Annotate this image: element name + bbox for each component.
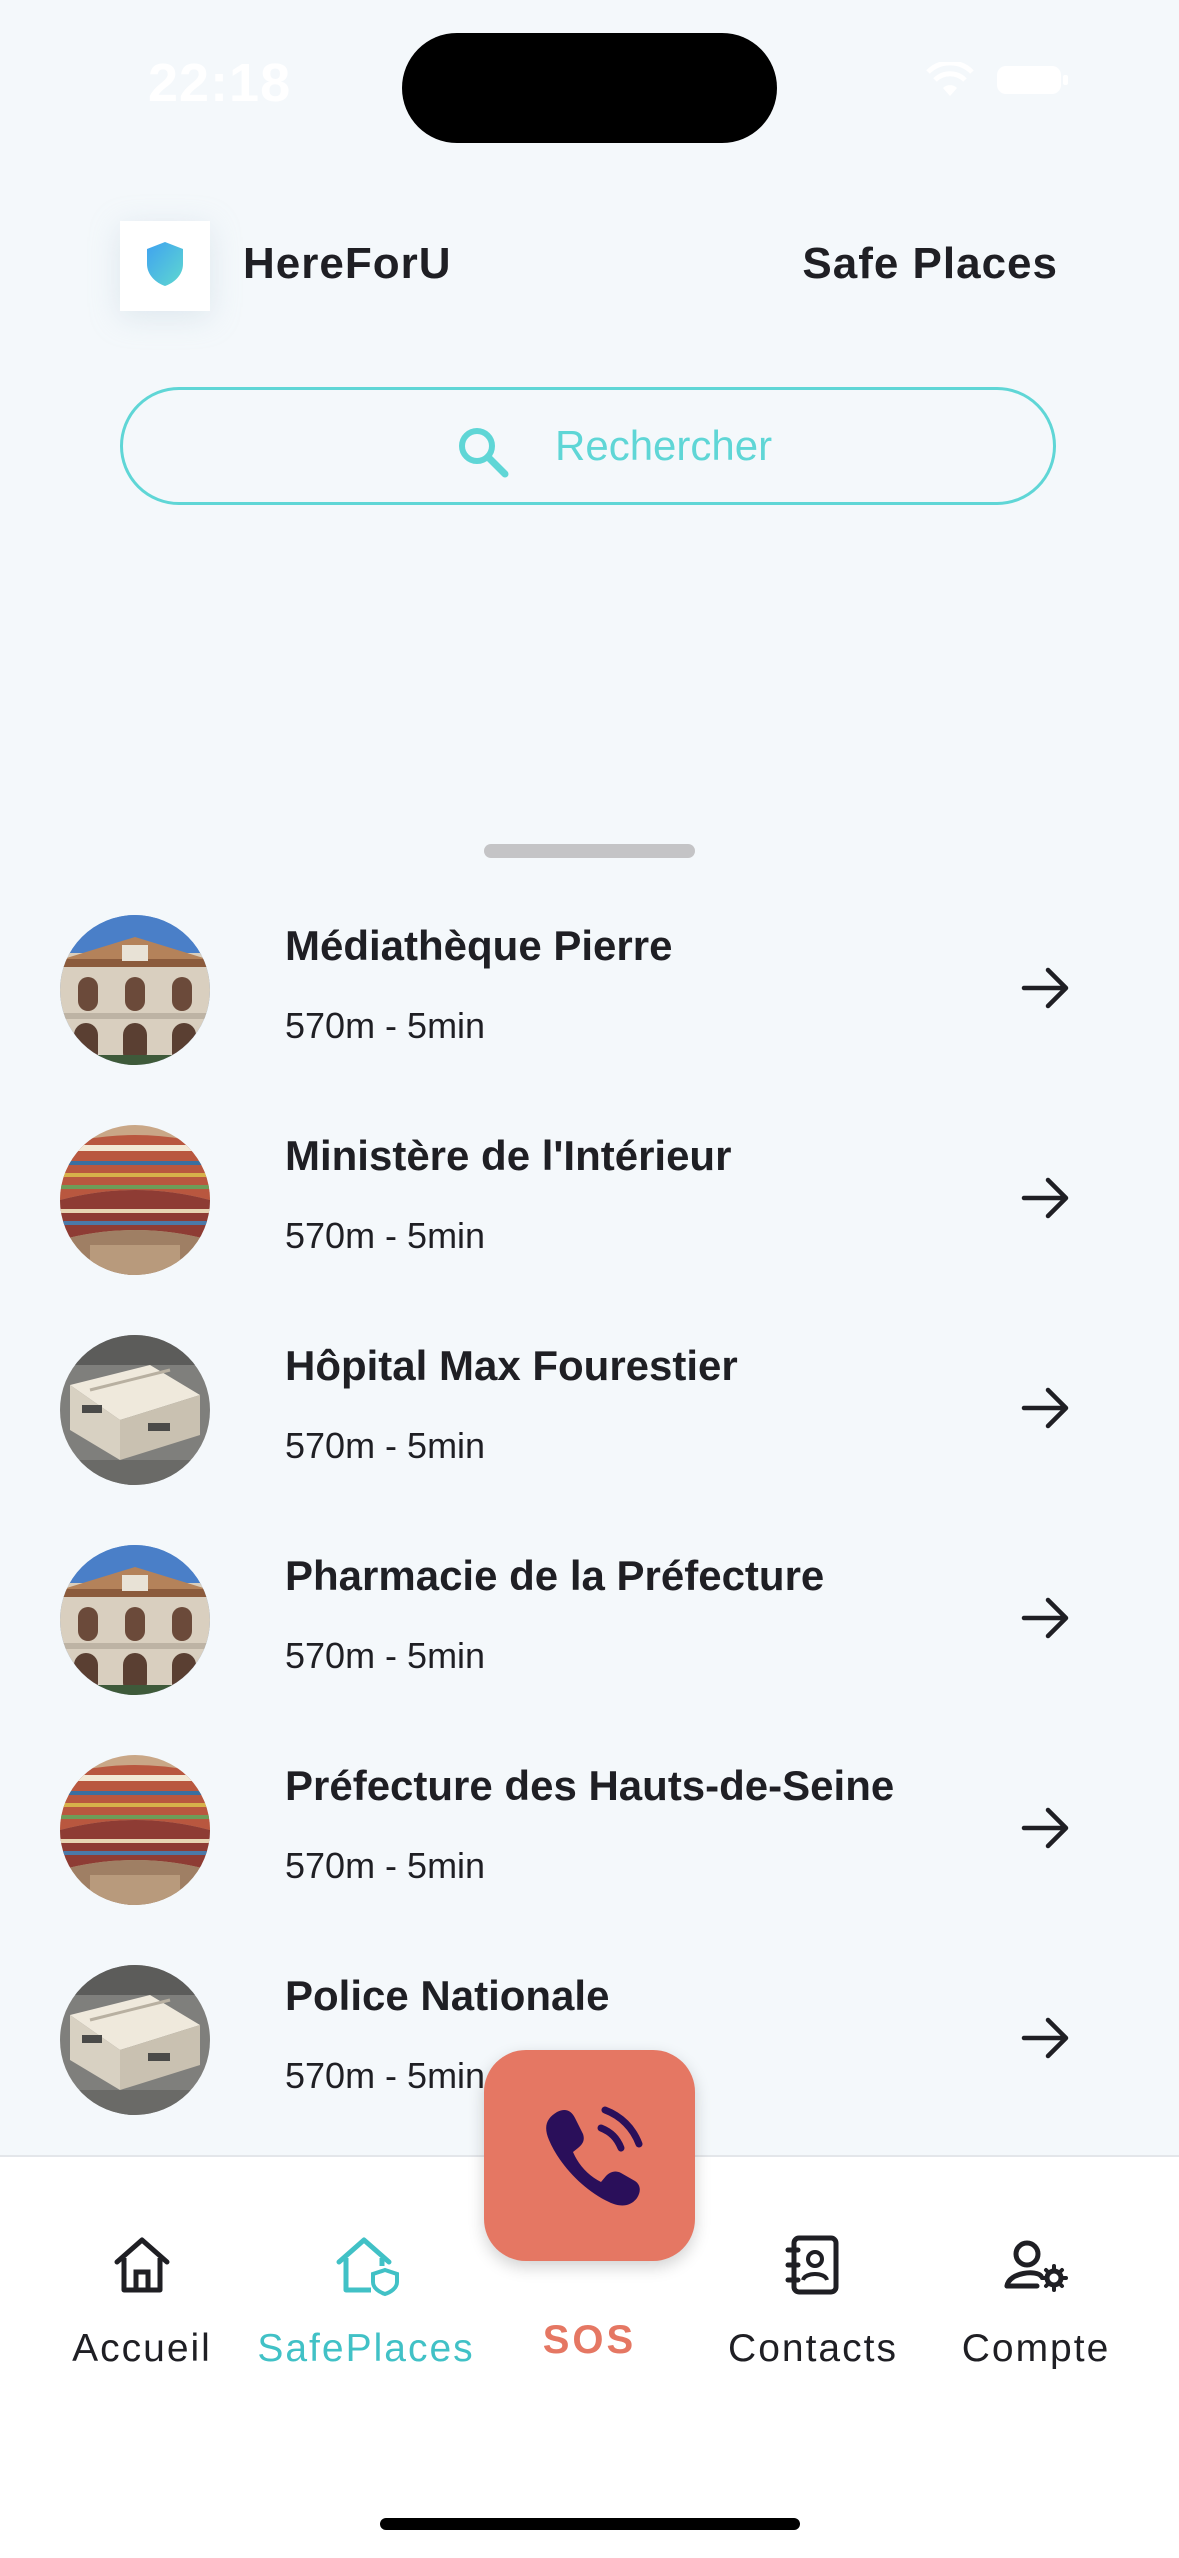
battery-icon [997, 64, 1069, 96]
nav-label: Contacts [728, 2327, 898, 2370]
arrow-right-icon[interactable] [1018, 1170, 1074, 1231]
home-indicator[interactable] [380, 2518, 800, 2530]
place-distance: 570m - 5min [285, 2055, 486, 2096]
place-name: Pharmacie de la Préfecture [285, 1552, 825, 1599]
place-row[interactable]: Pharmacie de la Préfecture 570m - 5min [0, 1530, 1179, 1740]
safe-home-icon [331, 2232, 401, 2303]
contacts-icon [780, 2232, 846, 2303]
sheet-drag-handle[interactable] [484, 844, 695, 858]
arrow-right-icon[interactable] [1018, 960, 1074, 1021]
nav-label: Accueil [72, 2327, 212, 2370]
place-row[interactable]: Hôpital Max Fourestier 570m - 5min [0, 1320, 1179, 1530]
place-name: Médiathèque Pierre [285, 922, 673, 969]
search-bar[interactable] [120, 387, 1056, 505]
status-icons [925, 62, 1069, 98]
arrow-right-icon[interactable] [1018, 1800, 1074, 1861]
arrow-right-icon[interactable] [1018, 1380, 1074, 1441]
app-logo [120, 221, 210, 311]
place-distance: 570m - 5min [285, 1425, 486, 1466]
place-distance: 570m - 5min [285, 1005, 486, 1046]
place-distance: 570m - 5min [285, 1845, 486, 1886]
place-row[interactable]: Préfecture des Hauts-de-Seine 570m - 5mi… [0, 1740, 1179, 1950]
search-input[interactable] [553, 410, 1017, 482]
home-icon [109, 2232, 175, 2303]
dynamic-island [402, 33, 777, 143]
place-distance: 570m - 5min [285, 1635, 486, 1676]
nav-label: SafePlaces [257, 2327, 475, 2370]
place-thumbnail [60, 1125, 210, 1275]
page-title: Safe Places [802, 239, 1058, 288]
place-row[interactable]: Ministère de l'Intérieur 570m - 5min [0, 1110, 1179, 1320]
shield-icon [143, 240, 187, 293]
place-thumbnail [60, 1755, 210, 1905]
place-name: Ministère de l'Intérieur [285, 1132, 732, 1179]
status-bar: 22:18 [0, 0, 1179, 150]
arrow-right-icon[interactable] [1018, 1590, 1074, 1651]
sos-label[interactable]: SOS [484, 2318, 695, 2363]
arrow-right-icon[interactable] [1018, 2010, 1074, 2071]
sos-button[interactable] [484, 2050, 695, 2261]
place-name: Police Nationale [285, 1972, 610, 2019]
place-thumbnail [60, 1545, 210, 1695]
user-settings-icon [1001, 2232, 1071, 2303]
nav-label: Compte [961, 2327, 1111, 2370]
place-name: Hôpital Max Fourestier [285, 1342, 738, 1389]
place-row[interactable]: Médiathèque Pierre 570m - 5min [0, 900, 1179, 1110]
place-thumbnail [60, 915, 210, 1065]
place-name: Préfecture des Hauts-de-Seine [285, 1762, 895, 1809]
place-thumbnail [60, 1965, 210, 2115]
search-icon [453, 422, 513, 487]
phone-call-icon [535, 2098, 645, 2213]
app-name: HereForU [243, 239, 452, 288]
place-thumbnail [60, 1335, 210, 1485]
app-header: HereForU Safe Places [0, 215, 1179, 325]
wifi-icon [925, 62, 975, 98]
place-distance: 570m - 5min [285, 1215, 486, 1256]
status-time: 22:18 [148, 53, 292, 113]
